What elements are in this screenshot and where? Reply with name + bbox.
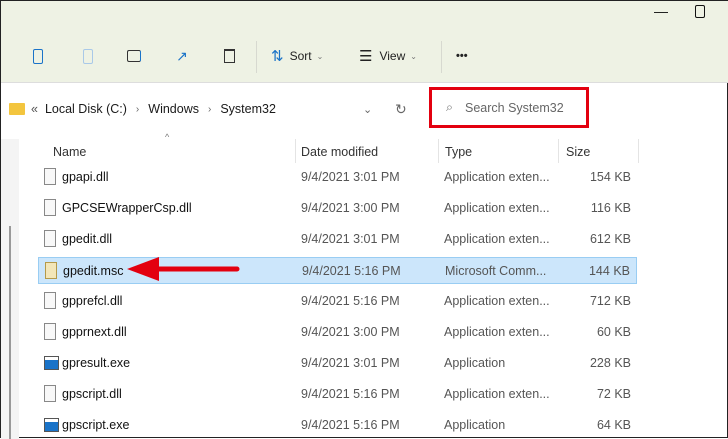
file-date: 9/4/2021 3:01 PM [301, 356, 400, 370]
dll-file-icon [44, 230, 56, 247]
file-date: 9/4/2021 3:00 PM [301, 201, 400, 215]
dll-file-icon [44, 323, 56, 340]
file-type: Microsoft Comm... [445, 264, 547, 278]
search-icon: ⌕ [446, 100, 454, 114]
refresh-icon[interactable]: ↻ [395, 101, 407, 118]
dll-file-icon [44, 199, 56, 216]
file-name: gpprefcl.dll [62, 294, 123, 308]
command-bar: — ↗ ⇅ Sort ⌄ ☰ View ⌄ ••• [1, 1, 728, 83]
chevron-down-icon: ⌄ [316, 51, 324, 61]
file-name: gpapi.dll [62, 170, 109, 184]
rename-icon[interactable] [124, 45, 144, 67]
file-row[interactable]: gpresult.exe 9/4/2021 3:01 PM Applicatio… [38, 350, 637, 377]
file-size: 612 KB [589, 232, 631, 246]
file-name: gpscript.exe [62, 418, 130, 432]
view-button[interactable]: ☰ View ⌄ [359, 41, 417, 71]
folder-icon [9, 103, 25, 115]
file-type: Application [444, 418, 506, 432]
sort-icon: ⇅ [271, 48, 284, 65]
file-type: Application exten... [444, 387, 550, 401]
red-arrow-annotation [127, 257, 240, 281]
file-name: GPCSEWrapperCsp.dll [62, 201, 192, 215]
file-type: Application exten... [444, 170, 550, 184]
file-size: 154 KB [589, 170, 631, 184]
divider [441, 41, 442, 73]
minimize-icon[interactable]: — [654, 3, 668, 19]
file-row[interactable]: gpedit.dll 9/4/2021 3:01 PM Application … [38, 226, 637, 253]
paste-icon[interactable] [78, 45, 98, 67]
copy-icon[interactable] [28, 45, 48, 67]
view-icon: ☰ [359, 48, 373, 65]
file-name: gpedit.msc [63, 264, 124, 278]
file-row[interactable]: gpprnext.dll 9/4/2021 3:00 PM Applicatio… [38, 319, 637, 346]
file-row[interactable]: gpapi.dll 9/4/2021 3:01 PM Application e… [38, 164, 637, 191]
file-date: 9/4/2021 5:16 PM [301, 387, 400, 401]
column-header-size[interactable]: Size [566, 141, 590, 163]
column-header-date[interactable]: Date modified [301, 141, 378, 163]
column-header-name[interactable]: Name [53, 141, 86, 163]
file-name: gpedit.dll [62, 232, 113, 246]
maximize-icon[interactable] [695, 5, 705, 18]
more-options-button[interactable]: ••• [456, 41, 468, 71]
dll-file-icon [44, 292, 56, 309]
file-row[interactable]: GPCSEWrapperCsp.dll 9/4/2021 3:00 PM App… [38, 195, 637, 222]
file-size: 60 KB [596, 325, 631, 339]
file-size: 116 KB [590, 201, 631, 215]
file-name: gpresult.exe [62, 356, 131, 370]
file-size: 64 KB [596, 418, 631, 432]
file-type: Application [444, 356, 506, 370]
file-date: 9/4/2021 5:16 PM [301, 418, 400, 432]
file-name: gpprnext.dll [62, 325, 127, 339]
column-header-type[interactable]: Type [445, 141, 472, 163]
file-size: 144 KB [588, 264, 630, 278]
divider [256, 41, 257, 73]
breadcrumb-windows[interactable]: Windows [148, 102, 199, 116]
breadcrumb-overflow[interactable]: « [31, 102, 38, 116]
file-size: 712 KB [589, 294, 631, 308]
msc-file-icon [45, 262, 57, 279]
file-date: 9/4/2021 5:16 PM [301, 294, 400, 308]
file-date: 9/4/2021 3:01 PM [301, 232, 400, 246]
file-name: gpscript.dll [62, 387, 122, 401]
file-row[interactable]: gpprefcl.dll 9/4/2021 5:16 PM Applicatio… [38, 288, 637, 315]
file-size: 228 KB [589, 356, 631, 370]
file-type: Application exten... [444, 201, 550, 215]
file-row[interactable]: gpscript.exe 9/4/2021 5:16 PM Applicatio… [38, 412, 637, 439]
file-type: Application exten... [444, 232, 550, 246]
file-type: Application exten... [444, 325, 550, 339]
chevron-down-icon[interactable]: ⌄ [363, 103, 372, 116]
scrollbar[interactable] [9, 226, 11, 439]
exe-file-icon [44, 418, 59, 432]
file-date: 9/4/2021 3:01 PM [301, 170, 400, 184]
breadcrumb-system32[interactable]: System32 [220, 102, 276, 116]
share-icon[interactable]: ↗ [172, 45, 192, 67]
file-size: 72 KB [596, 387, 631, 401]
dll-file-icon [44, 385, 56, 402]
chevron-down-icon: ⌄ [410, 51, 417, 61]
file-date: 9/4/2021 3:00 PM [301, 325, 400, 339]
sort-ascending-icon: ^ [165, 132, 170, 142]
exe-file-icon [44, 356, 59, 370]
file-row[interactable]: gpscript.dll 9/4/2021 5:16 PM Applicatio… [38, 381, 637, 408]
dll-file-icon [44, 168, 56, 185]
search-input[interactable]: ⌕ Search System32 [429, 87, 589, 128]
sort-button[interactable]: ⇅ Sort ⌄ [271, 41, 323, 71]
breadcrumb-local-disk[interactable]: Local Disk (C:) [45, 102, 127, 116]
delete-icon[interactable] [219, 45, 239, 67]
file-date: 9/4/2021 5:16 PM [302, 264, 401, 278]
file-type: Application exten... [444, 294, 550, 308]
address-bar[interactable]: « Local Disk (C:) › Windows › System32 ⌄… [1, 93, 421, 125]
